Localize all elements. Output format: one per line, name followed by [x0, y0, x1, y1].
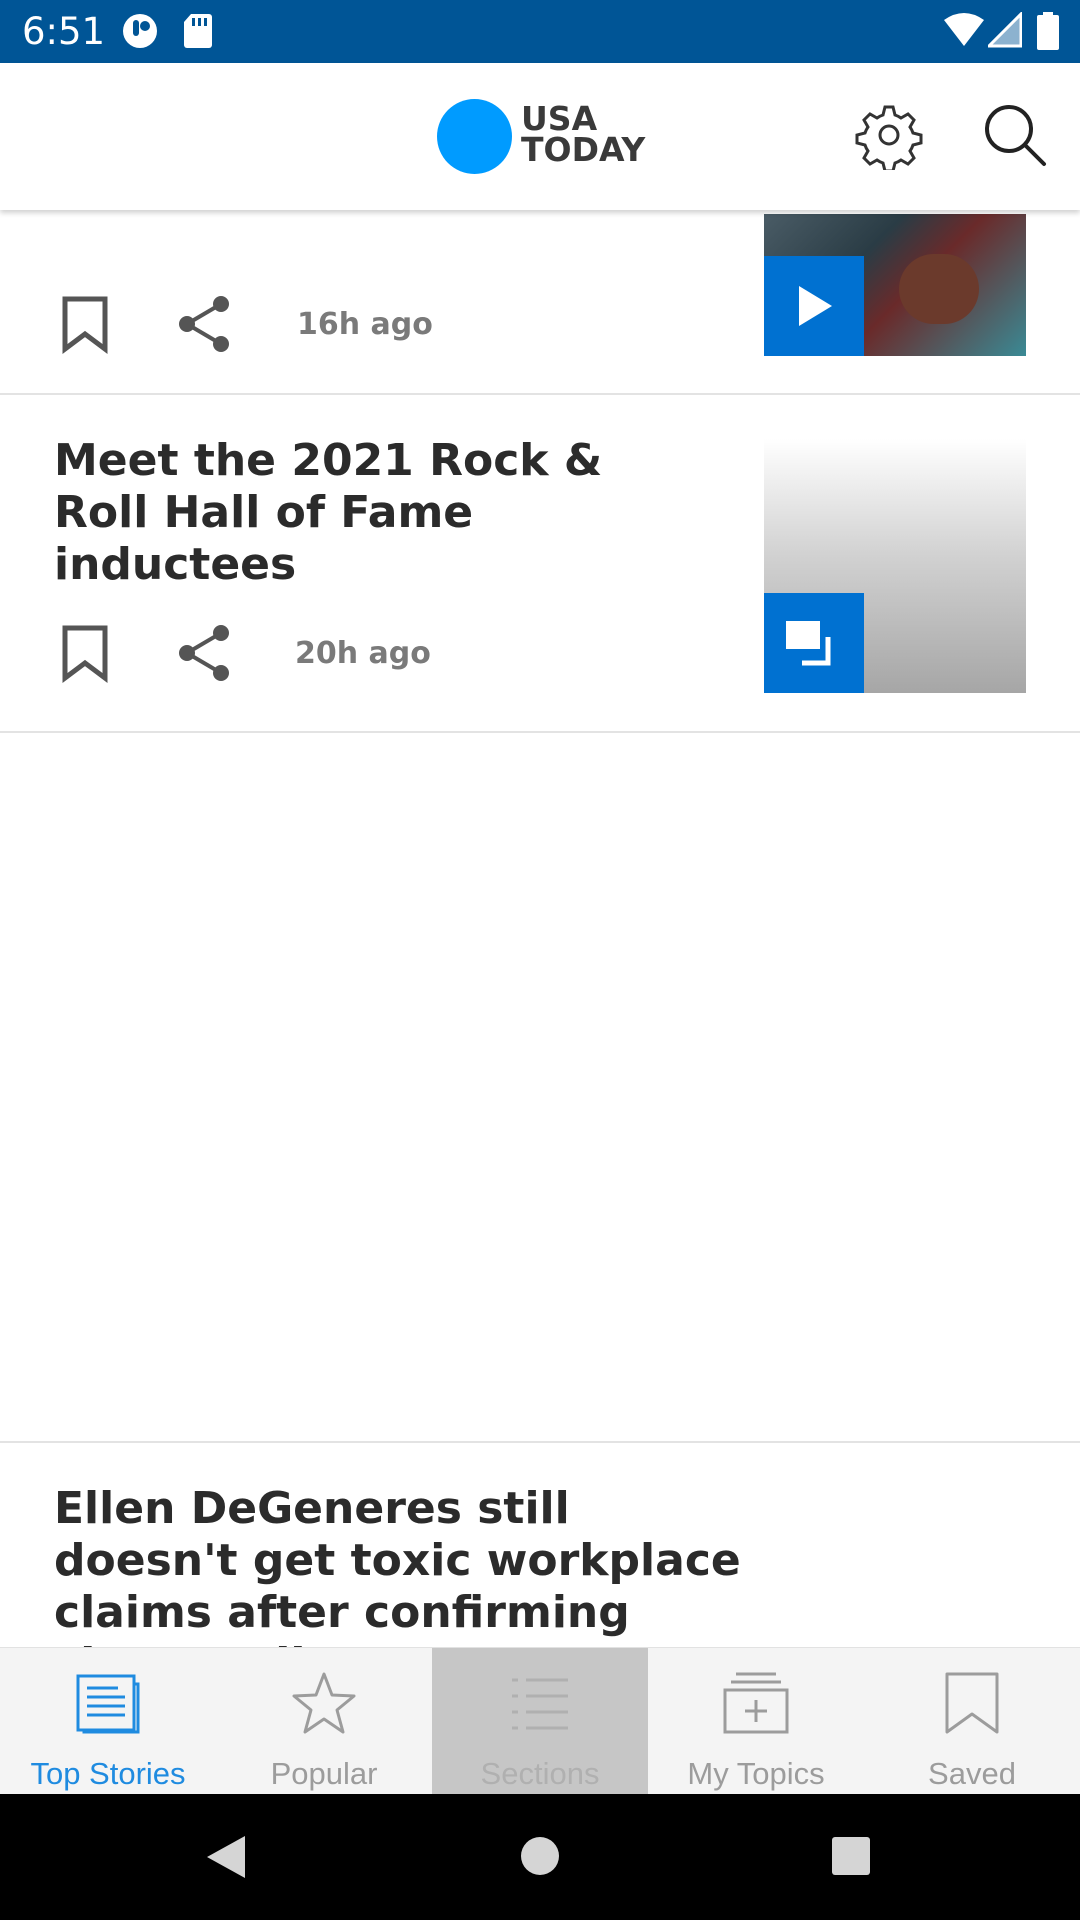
share-icon	[179, 625, 229, 681]
nav-label: My Topics	[687, 1756, 825, 1791]
story-time: 16h ago	[297, 307, 433, 342]
story-headline[interactable]: Ellen DeGeneres still doesn't get toxic …	[54, 1483, 754, 1647]
add-topic-icon	[723, 1672, 789, 1734]
app-header: USA TODAY	[0, 63, 1080, 210]
nav-label: Sections	[480, 1756, 600, 1791]
back-icon[interactable]	[203, 1834, 249, 1880]
sd-card-icon	[184, 14, 212, 48]
story-thumbnail[interactable]	[764, 214, 1026, 356]
share-icon	[179, 296, 229, 352]
play-icon	[799, 286, 832, 326]
nav-sections[interactable]: Sections	[432, 1648, 648, 1795]
bookmark-button[interactable]	[55, 294, 115, 354]
share-button[interactable]	[175, 294, 235, 354]
nav-top-stories[interactable]: Top Stories	[0, 1648, 216, 1795]
ad-placeholder	[0, 733, 1080, 1443]
search-icon	[985, 105, 1046, 166]
status-time: 6:51	[22, 10, 106, 53]
signal-icon	[988, 12, 1022, 48]
system-nav-bar	[0, 1794, 1080, 1920]
notification-app-icon	[123, 14, 157, 48]
newspaper-icon	[76, 1674, 140, 1734]
battery-icon	[1037, 12, 1059, 50]
bookmark-icon	[62, 625, 108, 683]
thumbnail-image	[899, 254, 979, 324]
story-thumbnail[interactable]	[764, 439, 1026, 693]
logo-text-today: TODAY	[521, 130, 646, 169]
story-card[interactable]: Ellen DeGeneres still doesn't get toxic …	[0, 1443, 1080, 1647]
story-headline[interactable]: Meet the 2021 Rock & Roll Hall of Fame i…	[54, 435, 694, 591]
status-bar: 6:51	[0, 0, 1080, 63]
bookmark-icon	[945, 1672, 999, 1734]
search-button[interactable]	[980, 100, 1050, 170]
settings-button[interactable]	[854, 100, 924, 173]
gallery-badge	[764, 593, 864, 693]
nav-saved[interactable]: Saved	[864, 1648, 1080, 1795]
home-icon[interactable]	[520, 1836, 560, 1876]
logo-dot	[437, 99, 512, 174]
star-icon	[292, 1672, 356, 1734]
nav-my-topics[interactable]: My Topics	[648, 1648, 864, 1795]
bookmark-icon	[62, 296, 108, 354]
story-time: 20h ago	[295, 636, 431, 671]
share-button[interactable]	[175, 623, 235, 683]
nav-label: Top Stories	[30, 1756, 186, 1791]
video-badge	[764, 256, 864, 356]
gear-icon	[855, 105, 923, 173]
nav-label: Popular	[270, 1756, 378, 1791]
story-card[interactable]: Meet the 2021 Rock & Roll Hall of Fame i…	[0, 395, 1080, 733]
list-icon	[512, 1678, 568, 1730]
nav-popular[interactable]: Popular	[216, 1648, 432, 1795]
wifi-icon	[944, 13, 984, 46]
recents-icon[interactable]	[831, 1836, 871, 1876]
bookmark-button[interactable]	[55, 623, 115, 683]
story-card[interactable]: 16h ago	[0, 210, 1080, 395]
nav-label: Saved	[928, 1756, 1016, 1791]
bottom-nav: Top Stories Popular Sections My Topics S…	[0, 1647, 1080, 1795]
gallery-icon	[786, 621, 831, 666]
news-feed[interactable]: 16h ago Meet the 2021 Rock & Roll Hall o…	[0, 210, 1080, 1647]
